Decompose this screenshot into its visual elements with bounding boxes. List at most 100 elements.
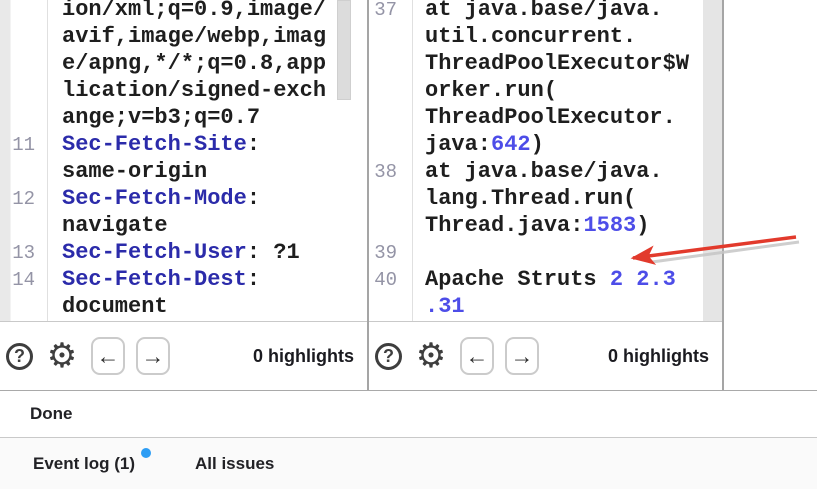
code-segment: lang.Thread.run(: [425, 186, 636, 211]
code-row: e/apng,*/*;q=0.8,app: [0, 50, 367, 77]
response-editor[interactable]: 37at java.base/java.util.concurrent.Thre…: [369, 0, 722, 321]
code-segment: Sec-Fetch-Site: [62, 132, 247, 157]
code-row: 14Sec-Fetch-Dest:: [0, 266, 367, 293]
line-number: 14: [0, 269, 47, 291]
code-line: ange;v=b3;q=0.7: [47, 105, 260, 130]
next-highlight-button[interactable]: →: [136, 337, 170, 375]
code-row: 11Sec-Fetch-Site:: [0, 131, 367, 158]
code-line: .31: [412, 294, 465, 319]
line-number: 38: [369, 161, 412, 183]
scrollbar-thumb[interactable]: [337, 0, 351, 100]
code-row: lang.Thread.run(: [369, 185, 722, 212]
code-line: avif,image/webp,imag: [47, 24, 326, 49]
code-line: ThreadPoolExecutor.: [412, 105, 676, 130]
request-editor[interactable]: ion/xml;q=0.9,image/avif,image/webp,imag…: [0, 0, 367, 321]
code-segment: at java.base/java.: [425, 0, 663, 22]
code-segment: ): [531, 132, 544, 157]
code-segment: ion/xml;q=0.9,image/: [62, 0, 326, 22]
code-segment: java:: [425, 132, 491, 157]
tab-all-issues[interactable]: All issues: [195, 454, 274, 474]
code-row: document: [0, 293, 367, 320]
code-segment: navigate: [62, 213, 168, 238]
code-line: Sec-Fetch-User: ?1: [47, 240, 300, 265]
code-segment: 1583: [583, 213, 636, 238]
code-line: Sec-Fetch-Site:: [47, 132, 260, 157]
line-number: 40: [369, 269, 412, 291]
code-row: navigate: [0, 212, 367, 239]
code-segment: orker.run(: [425, 78, 557, 103]
code-row: java:642): [369, 131, 722, 158]
line-number: 39: [369, 242, 412, 264]
code-segment: :: [247, 132, 260, 157]
code-row: ion/xml;q=0.9,image/: [0, 0, 367, 23]
code-line: Sec-Fetch-Dest:: [47, 267, 260, 292]
code-segment: ?1: [260, 240, 300, 265]
code-line: e/apng,*/*;q=0.8,app: [47, 51, 326, 76]
tab-event-log-label: Event log (1): [33, 454, 135, 473]
code-segment: avif,image/webp,imag: [62, 24, 326, 49]
help-icon[interactable]: ?: [375, 343, 402, 370]
code-line: lang.Thread.run(: [412, 186, 636, 211]
settings-gear-icon[interactable]: ⚙: [413, 339, 449, 373]
burp-message-editor-view: ion/xml;q=0.9,image/avif,image/webp,imag…: [0, 0, 817, 489]
code-line: lication/signed-exch: [47, 78, 326, 103]
status-text: Done: [30, 404, 73, 424]
code-segment: lication/signed-exch: [62, 78, 326, 103]
request-panel: ion/xml;q=0.9,image/avif,image/webp,imag…: [0, 0, 369, 390]
code-row: 39: [369, 239, 722, 266]
code-row: util.concurrent.: [369, 23, 722, 50]
code-segment: util.concurrent.: [425, 24, 636, 49]
settings-gear-icon[interactable]: ⚙: [44, 339, 80, 373]
bottom-tabs-bar: Event log (1) All issues: [0, 438, 817, 489]
line-number: 11: [0, 134, 47, 156]
tab-event-log[interactable]: Event log (1): [33, 454, 135, 474]
previous-highlight-button[interactable]: ←: [460, 337, 494, 375]
highlights-count-label: 0 highlights: [253, 346, 354, 367]
code-line: Apache Struts 2 2.3: [412, 267, 676, 292]
code-segment: Sec-Fetch-Mode: [62, 186, 247, 211]
code-line: orker.run(: [412, 78, 557, 103]
code-line: ThreadPoolExecutor$W: [412, 51, 689, 76]
code-row: avif,image/webp,imag: [0, 23, 367, 50]
help-icon[interactable]: ?: [6, 343, 33, 370]
code-segment: Apache Struts: [425, 267, 610, 292]
code-row: Thread.java:1583): [369, 212, 722, 239]
code-segment: ThreadPoolExecutor.: [425, 105, 676, 130]
status-bar: Done: [0, 391, 817, 437]
code-segment: ): [636, 213, 649, 238]
code-segment: :: [247, 240, 260, 265]
code-row: 40Apache Struts 2 2.3: [369, 266, 722, 293]
response-panel: 37at java.base/java.util.concurrent.Thre…: [369, 0, 724, 390]
highlights-count-label: 0 highlights: [608, 346, 709, 367]
code-line: Sec-Fetch-Mode:: [47, 186, 260, 211]
code-row: 38 at java.base/java.: [369, 158, 722, 185]
next-highlight-button[interactable]: →: [505, 337, 539, 375]
previous-highlight-button[interactable]: ←: [91, 337, 125, 375]
code-row: same-origin: [0, 158, 367, 185]
code-segment: .31: [425, 294, 465, 319]
code-segment: at java.base/java.: [425, 159, 663, 184]
code-line: ion/xml;q=0.9,image/: [47, 0, 326, 22]
code-row: orker.run(: [369, 77, 722, 104]
code-segment: :: [247, 267, 260, 292]
code-line: same-origin: [47, 159, 207, 184]
request-code-rows: ion/xml;q=0.9,image/avif,image/webp,imag…: [0, 0, 367, 321]
vertical-scrollbar[interactable]: [703, 0, 722, 321]
code-segment: 642: [491, 132, 531, 157]
code-segment: same-origin: [62, 159, 207, 184]
code-line: util.concurrent.: [412, 24, 636, 49]
code-segment: Sec-Fetch-User: [62, 240, 247, 265]
line-number: 13: [0, 242, 47, 264]
code-segment: document: [62, 294, 168, 319]
code-line: java:642): [412, 132, 544, 157]
code-segment: Sec-Fetch-Dest: [62, 267, 247, 292]
response-toolbar: ? ⚙ ← → 0 highlights: [369, 321, 722, 390]
code-line: navigate: [47, 213, 168, 238]
code-segment: e/apng,*/*;q=0.8,app: [62, 51, 326, 76]
request-toolbar: ? ⚙ ← → 0 highlights: [0, 321, 367, 390]
code-row: 37at java.base/java.: [369, 0, 722, 23]
code-row: lication/signed-exch: [0, 77, 367, 104]
code-segment: :: [247, 186, 260, 211]
code-segment: ThreadPoolExecutor$W: [425, 51, 689, 76]
code-row: ange;v=b3;q=0.7: [0, 104, 367, 131]
